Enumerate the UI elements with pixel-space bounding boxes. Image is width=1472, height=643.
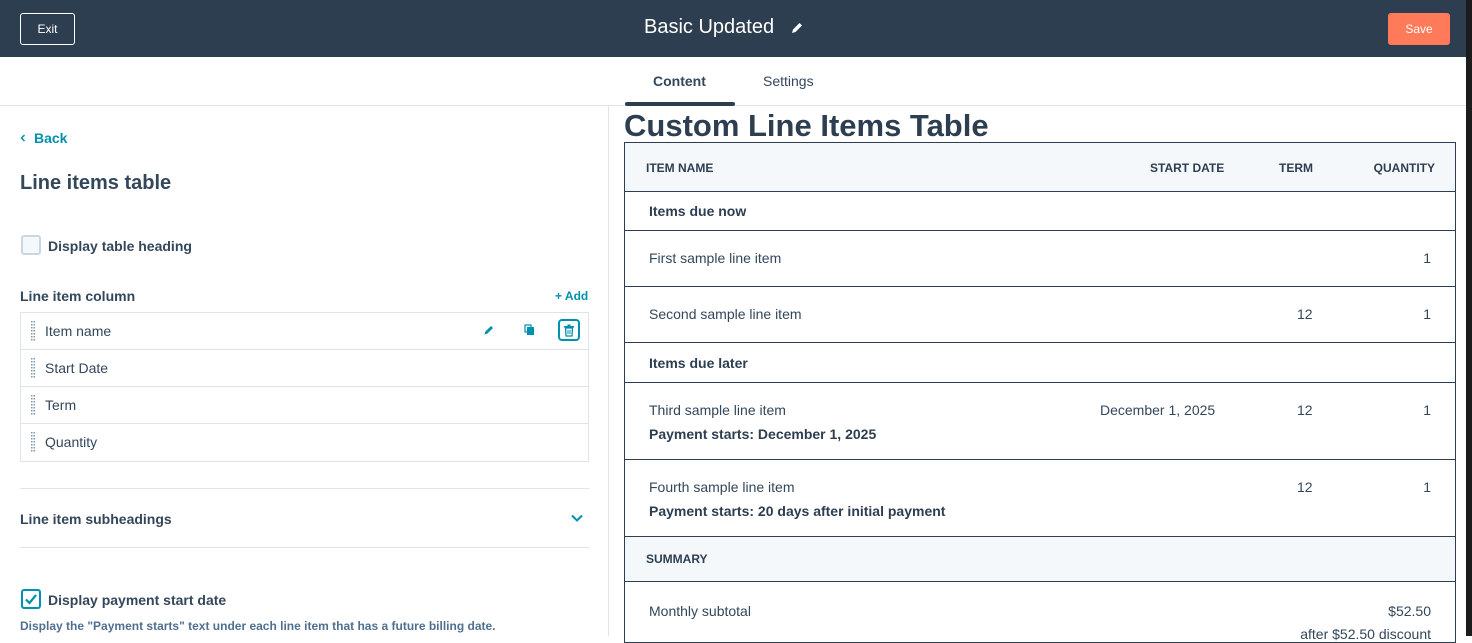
item-term: 12 bbox=[1297, 306, 1313, 322]
monthly-subtotal-label: Monthly subtotal bbox=[649, 603, 751, 619]
table-preview: Custom Line Items Table ITEM NAME START … bbox=[624, 106, 1466, 643]
monthly-subtotal-value: $52.50 bbox=[1388, 603, 1431, 619]
save-button[interactable]: Save bbox=[1388, 13, 1450, 45]
document-title-wrap: Basic Updated bbox=[644, 16, 804, 39]
line-item-column-label: Line item column bbox=[20, 288, 136, 304]
back-link[interactable]: Back bbox=[20, 130, 67, 146]
section-label: Items due later bbox=[649, 355, 748, 371]
column-list: Item name Start Date Term Quantity bbox=[20, 312, 589, 462]
display-heading-checkbox[interactable] bbox=[21, 235, 41, 255]
chevron-down-icon[interactable] bbox=[570, 511, 584, 525]
tab-bar: Content Settings bbox=[0, 57, 1466, 106]
column-label: Term bbox=[45, 397, 77, 413]
panel-title: Line items table bbox=[20, 172, 172, 194]
item-term: 12 bbox=[1297, 402, 1313, 418]
item-qty: 1 bbox=[1423, 250, 1431, 266]
divider bbox=[20, 547, 589, 548]
item-name: Fourth sample line item bbox=[649, 479, 795, 495]
row-actions bbox=[478, 319, 580, 341]
column-row[interactable]: Quantity bbox=[21, 424, 588, 461]
item-qty: 1 bbox=[1423, 479, 1431, 495]
pencil-icon[interactable] bbox=[478, 319, 500, 341]
table-row: First sample line item 1 bbox=[625, 231, 1455, 287]
item-qty: 1 bbox=[1423, 402, 1431, 418]
header-quantity: QUANTITY bbox=[1373, 161, 1435, 175]
summary-header: SUMMARY bbox=[625, 537, 1455, 582]
section-row: Items due now bbox=[625, 192, 1455, 231]
section-row: Items due later bbox=[625, 343, 1455, 383]
item-term: 12 bbox=[1297, 479, 1313, 495]
chevron-left-icon bbox=[20, 134, 26, 142]
settings-panel: Back Line items table Display table head… bbox=[0, 106, 609, 636]
copy-icon[interactable] bbox=[518, 319, 540, 341]
display-payment-label: Display payment start date bbox=[48, 592, 227, 608]
summary-label: SUMMARY bbox=[646, 552, 708, 566]
line-item-subheadings-toggle[interactable]: Line item subheadings bbox=[20, 511, 172, 527]
checkmark-icon bbox=[25, 594, 37, 605]
item-qty: 1 bbox=[1423, 306, 1431, 322]
window-edge bbox=[1466, 0, 1472, 636]
table-row: Second sample line item 12 1 bbox=[625, 287, 1455, 343]
item-name: Third sample line item bbox=[649, 402, 786, 418]
column-label: Start Date bbox=[45, 360, 109, 376]
display-heading-label: Display table heading bbox=[48, 238, 192, 254]
line-items-table: ITEM NAME START DATE TERM QUANTITY Items… bbox=[624, 142, 1456, 643]
divider bbox=[20, 488, 589, 489]
payment-start-text: Payment starts: December 1, 2025 bbox=[649, 426, 877, 442]
column-row[interactable]: Start Date bbox=[21, 350, 588, 387]
document-title: Basic Updated bbox=[644, 16, 775, 38]
item-start-date: December 1, 2025 bbox=[1100, 402, 1216, 418]
drag-handle-icon[interactable] bbox=[31, 358, 35, 378]
display-payment-checkbox[interactable] bbox=[21, 589, 41, 609]
column-label: Quantity bbox=[45, 434, 98, 450]
trash-icon[interactable] bbox=[558, 319, 580, 341]
discount-note: after $52.50 discount bbox=[1300, 626, 1431, 642]
section-label: Items due now bbox=[649, 203, 747, 219]
tab-settings[interactable]: Settings bbox=[763, 73, 814, 89]
column-row[interactable]: Item name bbox=[21, 313, 588, 350]
header-item-name: ITEM NAME bbox=[646, 161, 714, 175]
pencil-icon[interactable] bbox=[790, 21, 804, 35]
column-row[interactable]: Term bbox=[21, 387, 588, 424]
table-row: Third sample line item Payment starts: D… bbox=[625, 383, 1455, 460]
add-column-link[interactable]: + Add bbox=[555, 289, 588, 303]
item-name: First sample line item bbox=[649, 250, 782, 266]
item-name: Second sample line item bbox=[649, 306, 802, 322]
tab-content[interactable]: Content bbox=[653, 73, 706, 89]
summary-row: Monthly subtotal $52.50 after $52.50 dis… bbox=[625, 582, 1455, 642]
back-label: Back bbox=[34, 130, 68, 146]
table-header: ITEM NAME START DATE TERM QUANTITY bbox=[625, 143, 1455, 192]
drag-handle-icon[interactable] bbox=[31, 321, 35, 341]
help-text: Display the "Payment starts" text under … bbox=[20, 619, 496, 633]
top-bar: Exit Basic Updated Save bbox=[0, 0, 1472, 57]
header-start-date: START DATE bbox=[1150, 161, 1225, 175]
table-row: Fourth sample line item Payment starts: … bbox=[625, 460, 1455, 537]
header-term: TERM bbox=[1279, 161, 1313, 175]
payment-start-text: Payment starts: 20 days after initial pa… bbox=[649, 503, 946, 519]
drag-handle-icon[interactable] bbox=[31, 432, 35, 452]
preview-title: Custom Line Items Table bbox=[624, 108, 989, 143]
exit-button[interactable]: Exit bbox=[20, 13, 75, 45]
drag-handle-icon[interactable] bbox=[31, 395, 35, 415]
column-label: Item name bbox=[45, 323, 112, 339]
